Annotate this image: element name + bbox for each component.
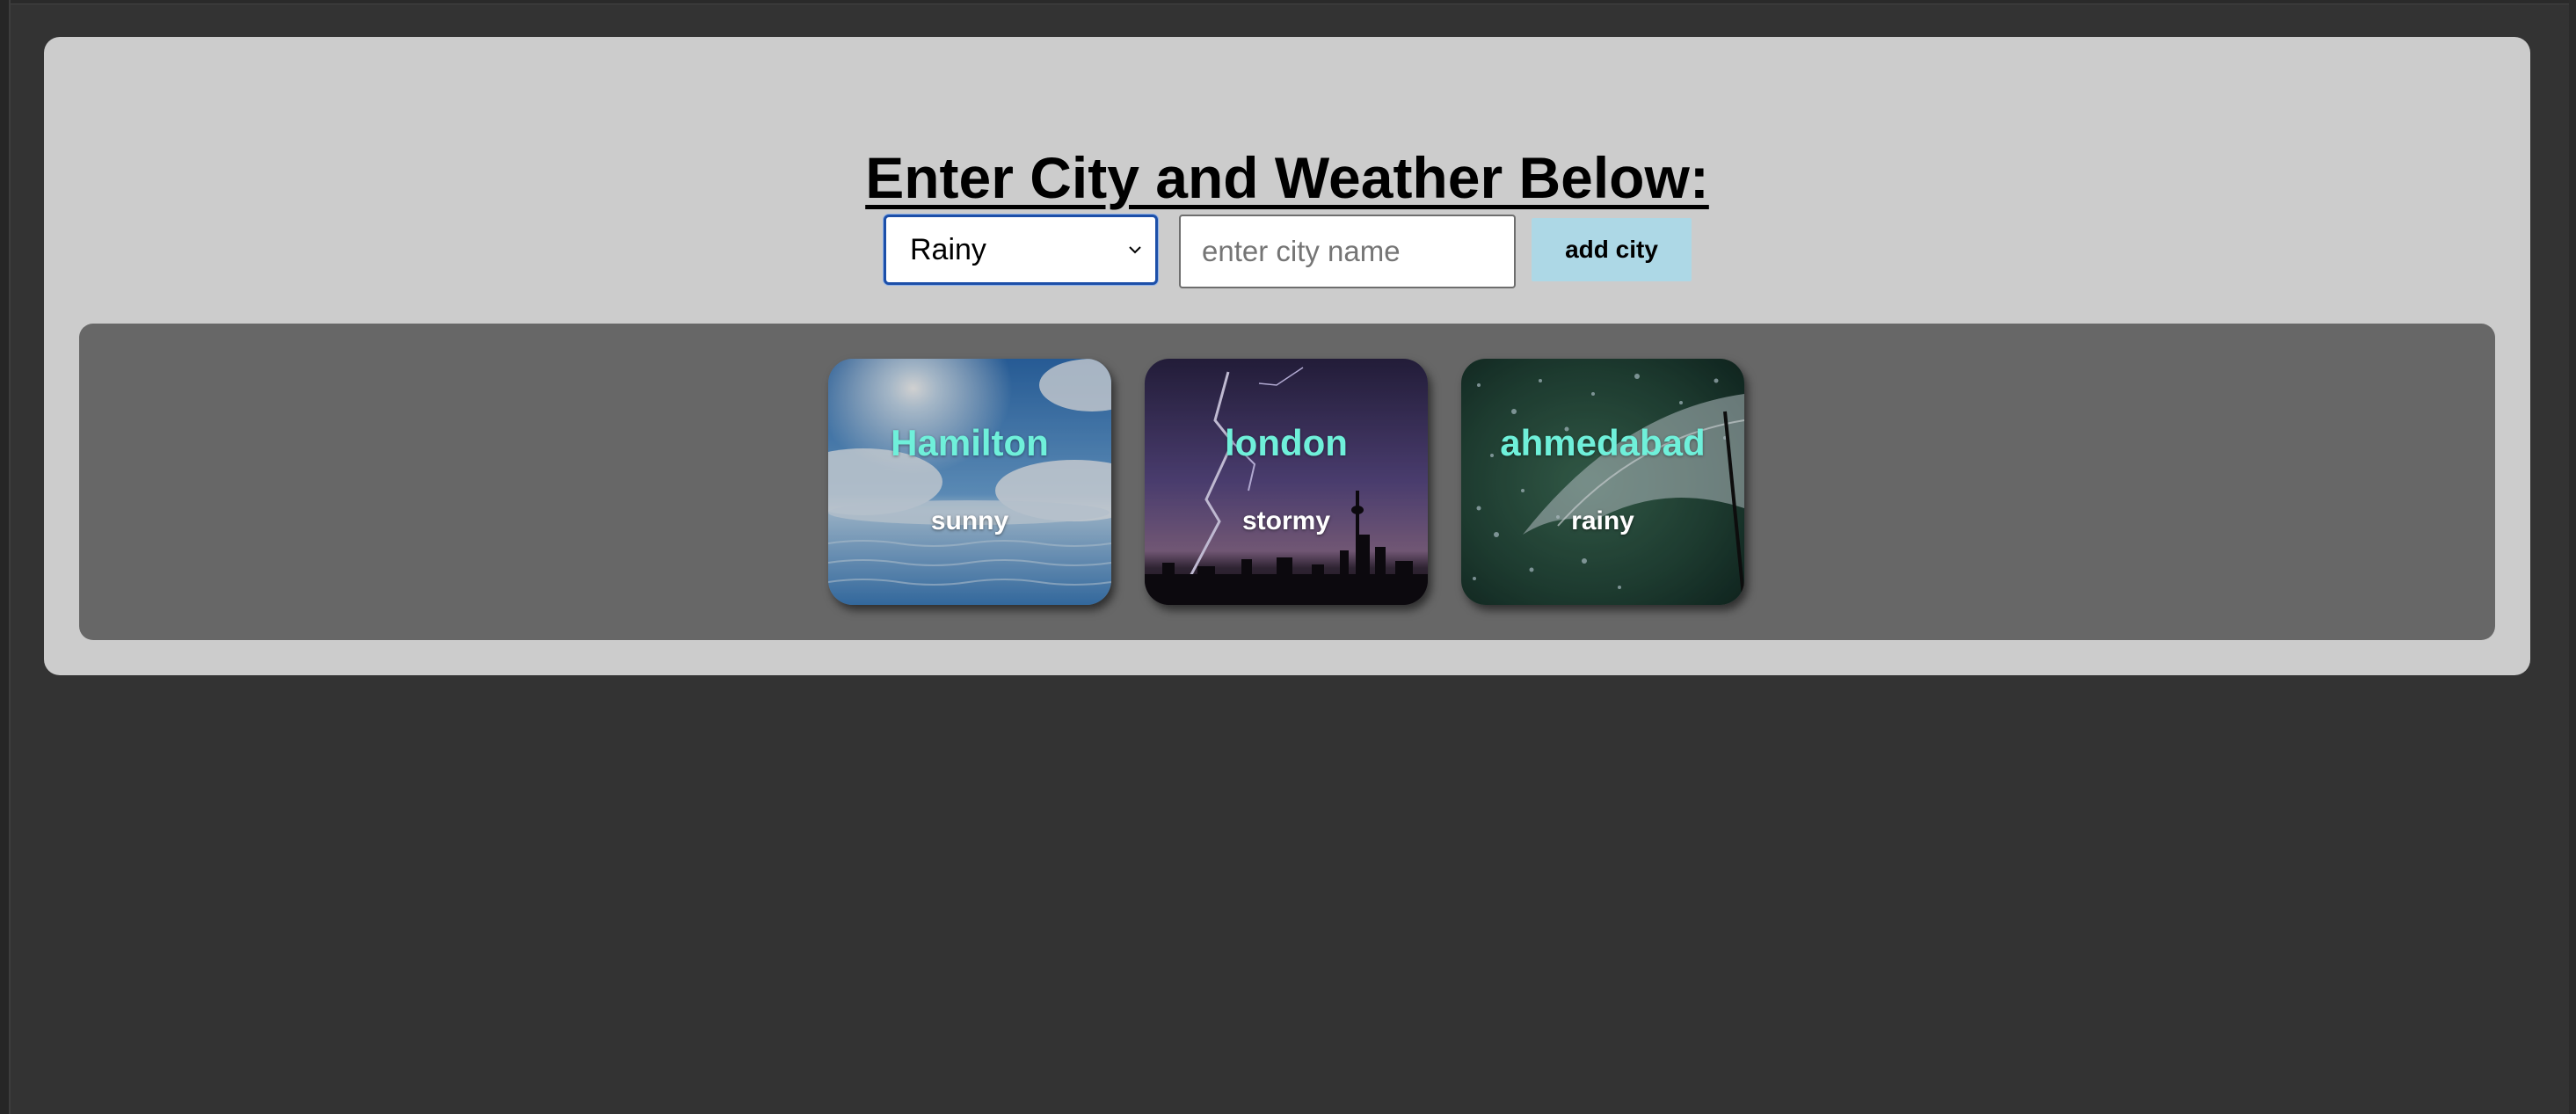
weather-cards-container: Hamilton sunny london stormy ahmedabad r… xyxy=(79,324,2495,640)
card-city-name: london xyxy=(1225,422,1348,463)
chevron-down-icon xyxy=(1129,246,1141,254)
page-title: Enter City and Weather Below: xyxy=(865,145,1709,210)
weather-select[interactable]: Rainy xyxy=(884,215,1158,285)
window-top-edge xyxy=(0,0,2576,4)
window-right-edge xyxy=(2569,0,2576,1114)
weather-card[interactable]: ahmedabad rainy xyxy=(1461,359,1744,605)
weather-select-value: Rainy xyxy=(910,233,986,266)
card-weather-label: stormy xyxy=(1241,506,1331,535)
card-city-name: Hamilton xyxy=(891,422,1049,463)
card-weather-label: sunny xyxy=(930,506,1009,535)
card-weather-label: rainy xyxy=(1571,506,1634,535)
weather-card[interactable]: london stormy xyxy=(1145,359,1428,605)
card-overlay xyxy=(1145,359,1428,605)
card-overlay xyxy=(1461,359,1744,605)
window-left-edge xyxy=(0,0,11,1114)
add-city-button[interactable]: add city xyxy=(1532,218,1692,281)
card-overlay xyxy=(828,359,1111,605)
city-name-input[interactable] xyxy=(1179,215,1516,288)
city-form: Rainy add city xyxy=(44,213,2530,292)
main-panel: Enter City and Weather Below: Rainy add … xyxy=(44,37,2530,675)
card-city-name: ahmedabad xyxy=(1500,422,1706,463)
weather-card[interactable]: Hamilton sunny xyxy=(828,359,1111,605)
